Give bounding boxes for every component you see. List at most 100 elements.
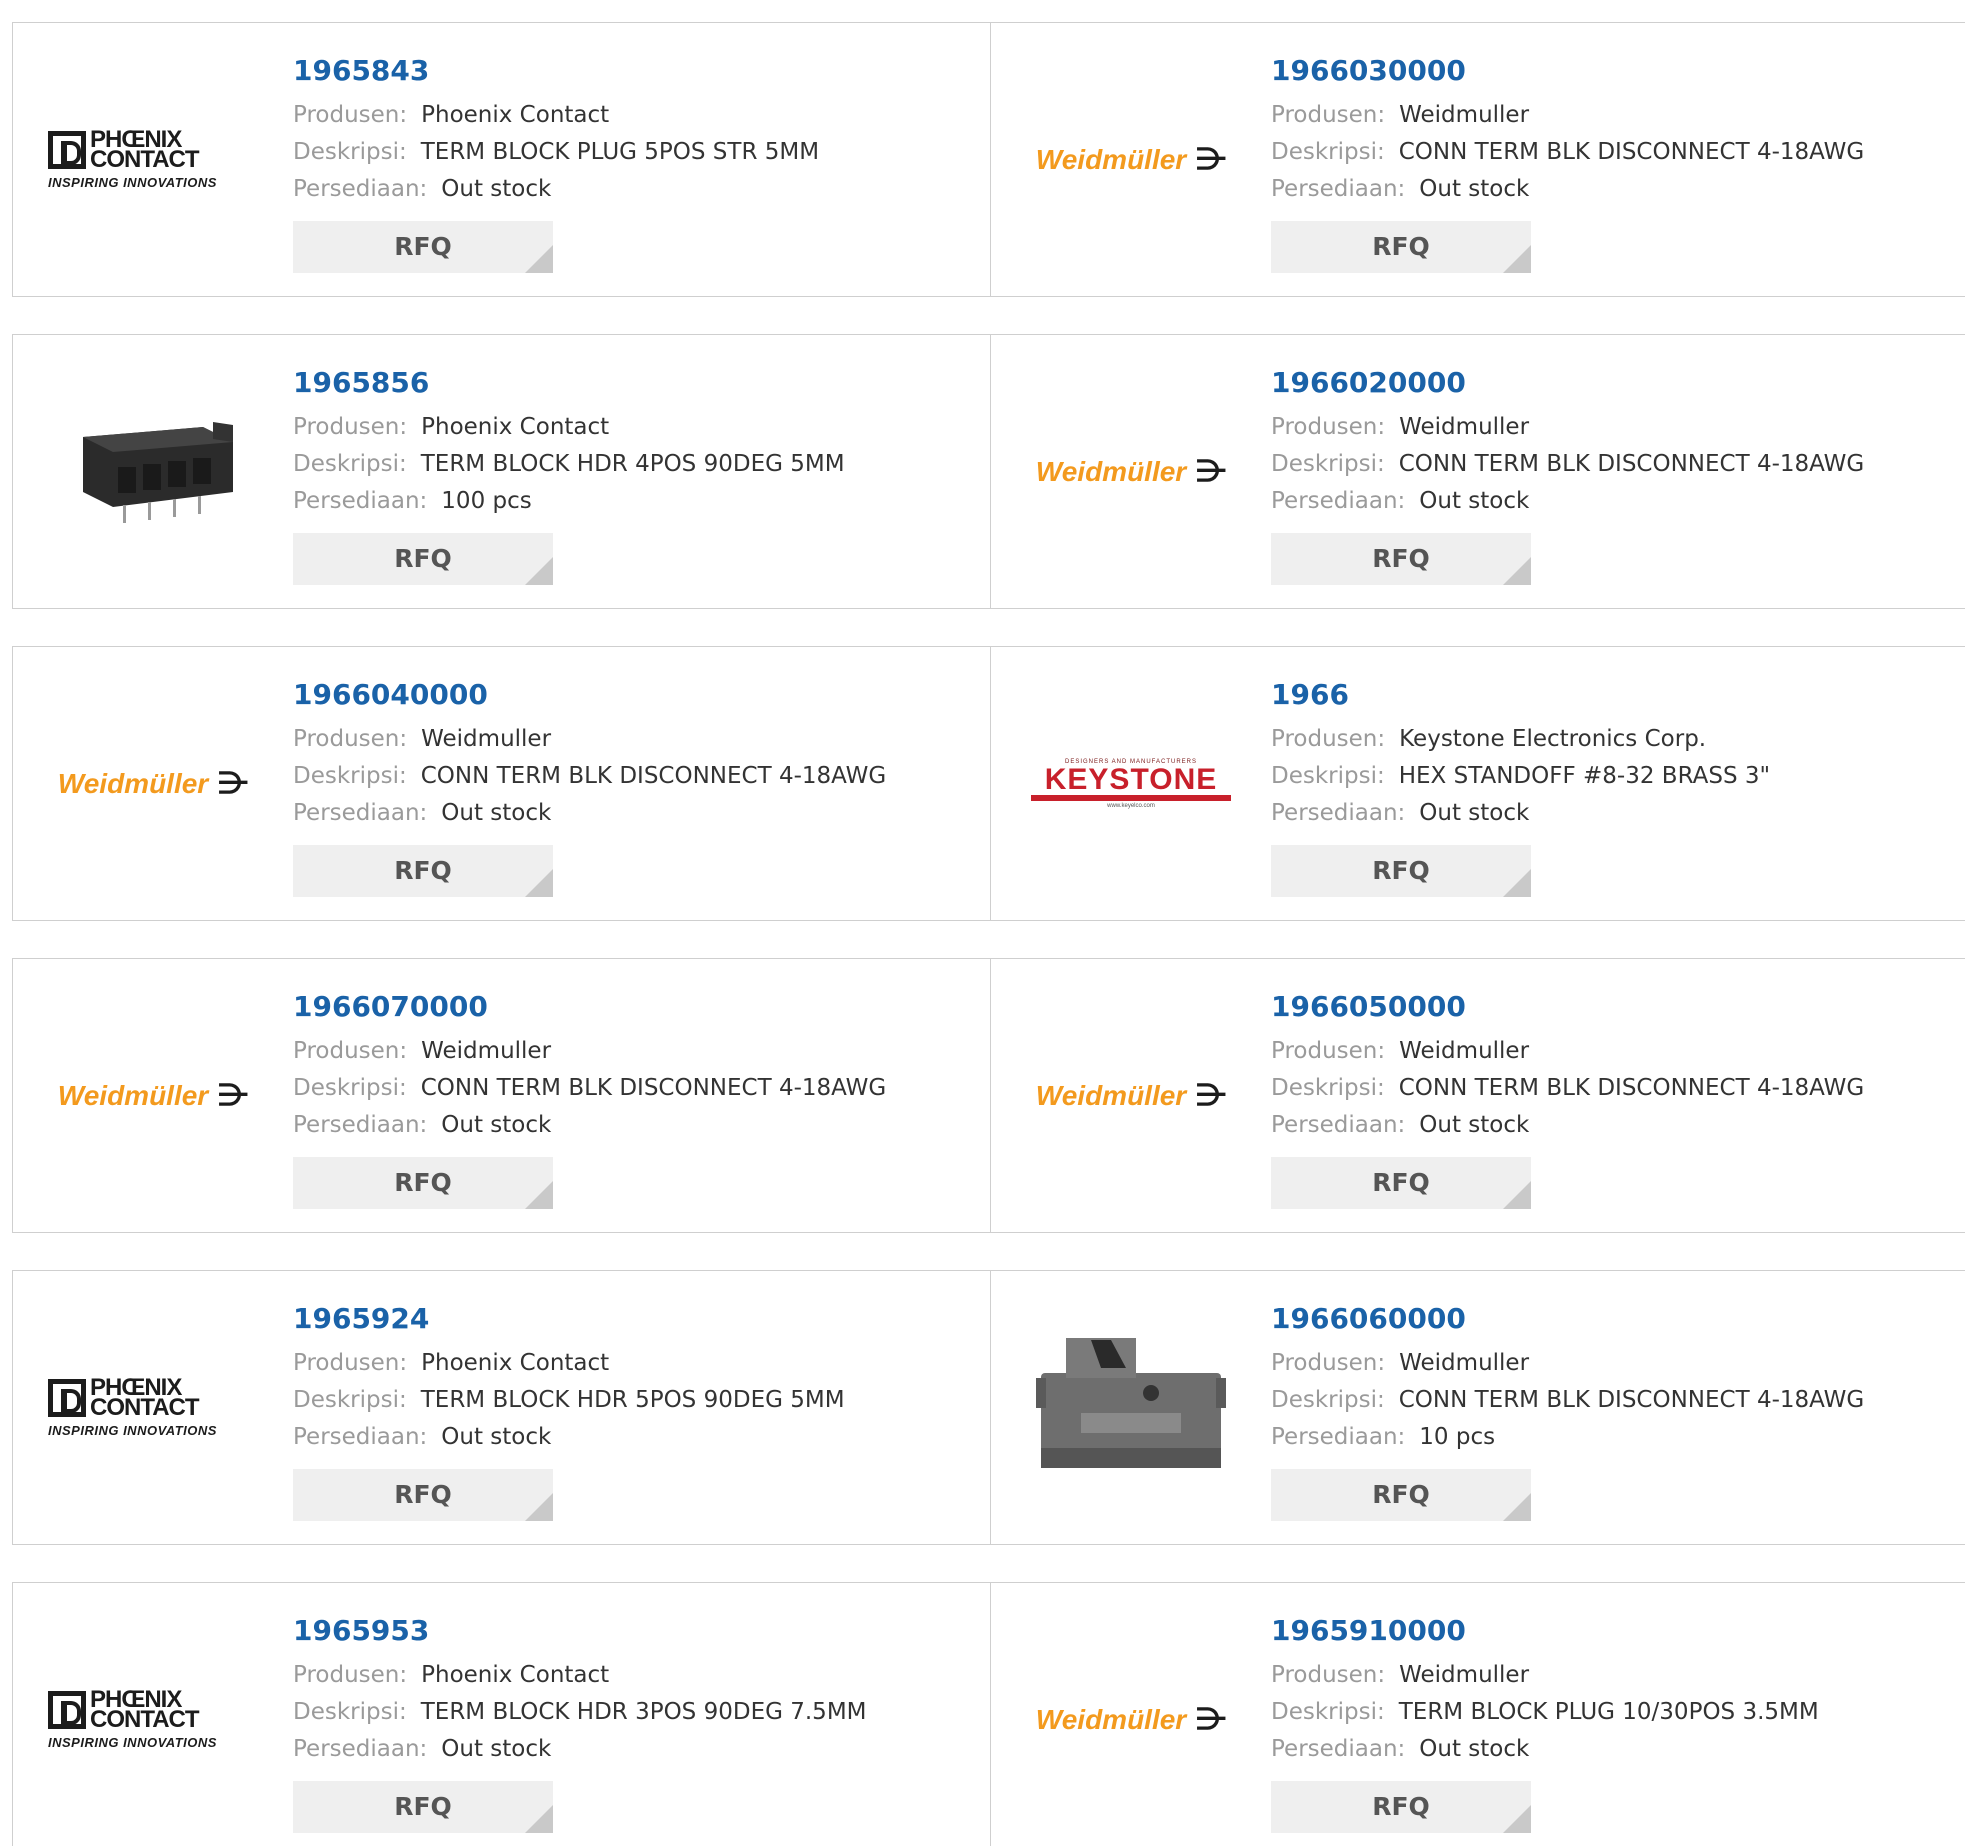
product-card: Weidmüller ⋺ 1966070000 Produsen: Weidmuller… <box>12 958 991 1233</box>
keystone-logo-sub-text: www.keyelco.com <box>1107 802 1155 809</box>
description-row: Deskripsi: CONN TERM BLK DISCONNECT 4-18A… <box>1271 1382 1864 1419</box>
part-number-link[interactable]: 1965924 <box>293 1301 845 1337</box>
manufacturer-label: Produsen: <box>293 1350 408 1376</box>
product-logo-area[interactable]: Weidmüller ⋺ <box>991 23 1271 296</box>
product-logo-area[interactable]: PHŒNIX CONTACT INSPIRING INNOVATIONS <box>13 1271 293 1544</box>
phoenix-logo-tagline: INSPIRING INNOVATIONS <box>48 1422 217 1438</box>
phoenix-logo-words: PHŒNIX CONTACT <box>90 1687 200 1731</box>
part-number-link[interactable]: 1965910000 <box>1271 1613 1819 1649</box>
rfq-button[interactable]: RFQ <box>293 1157 553 1209</box>
manufacturer-row: Produsen: Keystone Electronics Corp. <box>1271 721 1770 758</box>
stock-value: Out stock <box>1419 800 1530 826</box>
stock-value: Out stock <box>1419 1736 1530 1762</box>
manufacturer-label: Produsen: <box>1271 1038 1386 1064</box>
product-logo-area[interactable]: Weidmüller ⋺ <box>13 959 293 1232</box>
part-number-link[interactable]: 1966070000 <box>293 989 886 1025</box>
weidmuller-logo: Weidmüller ⋺ <box>1036 454 1226 489</box>
rfq-button[interactable]: RFQ <box>1271 1469 1531 1521</box>
stock-value: 10 pcs <box>1419 1424 1496 1450</box>
phoenix-logo-words: PHŒNIX CONTACT <box>90 1375 200 1419</box>
manufacturer-label: Produsen: <box>293 726 408 752</box>
manufacturer-label: Produsen: <box>1271 726 1386 752</box>
product-logo-area[interactable]: Weidmüller ⋺ <box>991 959 1271 1232</box>
rfq-button[interactable]: RFQ <box>293 845 553 897</box>
part-number-link[interactable]: 1965856 <box>293 365 845 401</box>
product-card: Weidmüller ⋺ 1966040000 Produsen: Weidmuller… <box>12 646 991 921</box>
disconnect-terminal-product-photo <box>1036 1337 1226 1468</box>
product-card: DESIGNERS AND MANUFACTURERS KEYSTONE www.k… <box>990 646 1965 921</box>
stock-row: Persediaan: Out stock <box>1271 1107 1864 1144</box>
product-logo-area[interactable]: DESIGNERS AND MANUFACTURERS KEYSTONE www.k… <box>991 647 1271 920</box>
part-number-link[interactable]: 1966060000 <box>1271 1301 1864 1337</box>
product-logo-area[interactable]: Weidmüller ⋺ <box>991 1583 1271 1846</box>
stock-value: 100 pcs <box>441 488 532 514</box>
stock-row: Persediaan: Out stock <box>1271 171 1864 208</box>
product-info: 1966020000 Produsen: Weidmuller Deskripsi: C… <box>1271 365 1864 585</box>
description-label: Deskripsi: <box>1271 139 1385 165</box>
product-logo-area[interactable] <box>991 1271 1271 1544</box>
product-info: 1966 Produsen: Keystone Electronics Corp. D… <box>1271 677 1770 897</box>
description-label: Deskripsi: <box>293 1387 407 1413</box>
rfq-button[interactable]: RFQ <box>1271 845 1531 897</box>
product-logo-area[interactable]: PHŒNIX CONTACT INSPIRING INNOVATIONS <box>13 23 293 296</box>
stock-row: Persediaan: 100 pcs <box>293 483 845 520</box>
rfq-button[interactable]: RFQ <box>1271 1781 1531 1833</box>
weidmuller-mark-icon: ⋺ <box>1196 143 1227 176</box>
rfq-button[interactable]: RFQ <box>1271 533 1531 585</box>
product-logo-area[interactable] <box>13 335 293 608</box>
product-logo-area[interactable]: Weidmüller ⋺ <box>13 647 293 920</box>
stock-value: Out stock <box>441 800 552 826</box>
rfq-button[interactable]: RFQ <box>293 1469 553 1521</box>
rfq-button[interactable]: RFQ <box>1271 221 1531 273</box>
product-info: 1965910000 Produsen: Weidmuller Deskripsi: T… <box>1271 1613 1819 1833</box>
stock-row: Persediaan: 10 pcs <box>1271 1419 1864 1456</box>
product-logo-area[interactable]: PHŒNIX CONTACT INSPIRING INNOVATIONS <box>13 1583 293 1846</box>
weidmuller-logo: Weidmüller ⋺ <box>1036 1702 1226 1737</box>
stock-row: Persediaan: Out stock <box>1271 1731 1819 1768</box>
manufacturer-row: Produsen: Weidmuller <box>293 721 886 758</box>
rfq-button[interactable]: RFQ <box>293 1781 553 1833</box>
manufacturer-label: Produsen: <box>293 1038 408 1064</box>
part-number-link[interactable]: 1966040000 <box>293 677 886 713</box>
product-info: 1966040000 Produsen: Weidmuller Deskripsi: C… <box>293 677 886 897</box>
rfq-button[interactable]: RFQ <box>1271 1157 1531 1209</box>
product-info: 1965953 Produsen: Phoenix Contact Deskripsi… <box>293 1613 867 1833</box>
description-label: Deskripsi: <box>293 763 407 789</box>
stock-row: Persediaan: Out stock <box>293 1107 886 1144</box>
product-card: Weidmüller ⋺ 1966020000 Produsen: Weidmuller… <box>990 334 1965 609</box>
phoenix-mark-icon <box>48 1690 86 1729</box>
stock-value: Out stock <box>441 1424 552 1450</box>
rfq-button[interactable]: RFQ <box>293 221 553 273</box>
part-number-link[interactable]: 1965843 <box>293 53 819 89</box>
part-number-link[interactable]: 1966050000 <box>1271 989 1864 1025</box>
description-value: TERM BLOCK HDR 3POS 90DEG 7.5MM <box>420 1699 867 1725</box>
description-row: Deskripsi: CONN TERM BLK DISCONNECT 4-18A… <box>1271 1070 1864 1107</box>
weidmuller-logo-text: Weidmüller <box>57 1079 209 1111</box>
part-number-link[interactable]: 1966 <box>1271 677 1770 713</box>
manufacturer-label: Produsen: <box>293 1662 408 1688</box>
description-value: TERM BLOCK HDR 4POS 90DEG 5MM <box>420 451 845 477</box>
manufacturer-value: Weidmuller <box>421 1038 552 1064</box>
part-number-link[interactable]: 1965953 <box>293 1613 867 1649</box>
phoenix-mark-icon <box>48 130 86 169</box>
stock-label: Persediaan: <box>293 176 428 202</box>
product-logo-area[interactable]: Weidmüller ⋺ <box>991 335 1271 608</box>
description-value: CONN TERM BLK DISCONNECT 4-18AWG <box>1398 451 1865 477</box>
description-value: TERM BLOCK PLUG 5POS STR 5MM <box>420 139 820 165</box>
weidmuller-logo: Weidmüller ⋺ <box>1036 142 1226 177</box>
part-number-link[interactable]: 1966020000 <box>1271 365 1864 401</box>
description-label: Deskripsi: <box>1271 1699 1385 1725</box>
part-number-link[interactable]: 1966030000 <box>1271 53 1864 89</box>
keystone-logo-text: KEYSTONE <box>1031 764 1231 801</box>
stock-value: Out stock <box>441 176 552 202</box>
description-value: TERM BLOCK HDR 5POS 90DEG 5MM <box>420 1387 845 1413</box>
manufacturer-row: Produsen: Weidmuller <box>1271 1033 1864 1070</box>
stock-value: Out stock <box>1419 488 1530 514</box>
manufacturer-row: Produsen: Phoenix Contact <box>293 409 845 446</box>
description-row: Deskripsi: CONN TERM BLK DISCONNECT 4-18A… <box>1271 134 1864 171</box>
description-value: CONN TERM BLK DISCONNECT 4-18AWG <box>420 763 887 789</box>
stock-row: Persediaan: Out stock <box>293 171 819 208</box>
manufacturer-label: Produsen: <box>1271 414 1386 440</box>
description-row: Deskripsi: CONN TERM BLK DISCONNECT 4-18A… <box>1271 446 1864 483</box>
rfq-button[interactable]: RFQ <box>293 533 553 585</box>
